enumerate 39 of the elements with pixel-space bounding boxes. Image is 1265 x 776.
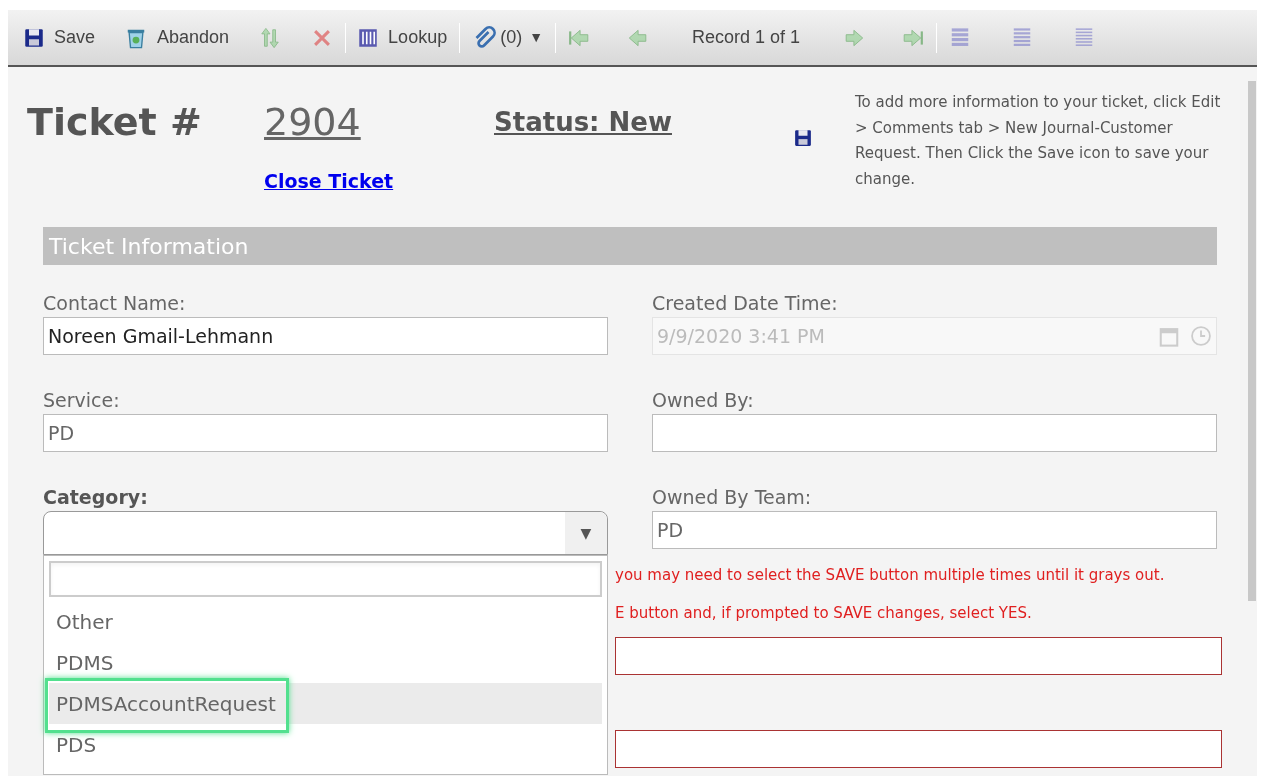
refresh-icon[interactable] — [259, 26, 282, 49]
warning-text: E button and, if prompted to SAVE changes, select YES. — [615, 602, 1033, 624]
field-label: Owned By: — [652, 388, 755, 413]
dropdown-option[interactable]: PDMS — [49, 642, 602, 683]
text-field[interactable]: PD — [652, 511, 1217, 549]
abandon-button[interactable]: Abandon — [125, 24, 230, 51]
dropdown-option[interactable]: PDMSAccountRequest — [49, 683, 602, 724]
text-field[interactable]: PD — [43, 414, 608, 452]
dropdown-option[interactable]: PDS — [49, 724, 602, 765]
last-record-icon[interactable] — [902, 28, 925, 47]
ticket-status: Status: New — [494, 106, 673, 139]
attachments-button[interactable]: (0) ▼ — [472, 24, 544, 51]
field-label: Contact Name: — [43, 291, 187, 316]
save-icon — [24, 27, 44, 48]
field-label: Owned By Team: — [652, 485, 813, 510]
ticket-number: 2904 — [264, 99, 361, 146]
dropdown-search-field[interactable] — [49, 561, 602, 597]
lookup-button[interactable]: Lookup — [358, 24, 448, 51]
help-note: To add more information to your ticket, click Edit > Comments tab > New Journal-Customer Request. Then Click the Save icon to save your change. — [855, 92, 1222, 190]
first-record-icon[interactable] — [568, 28, 591, 47]
close-ticket-link[interactable]: Close Ticket — [264, 167, 394, 196]
text-field[interactable] — [615, 730, 1222, 768]
save-icon — [794, 129, 812, 147]
text-field[interactable]: Noreen Gmail-Lehmann — [43, 317, 608, 355]
dropdown-option[interactable]: Other — [49, 601, 602, 642]
category-dropdown[interactable]: ▼ — [43, 511, 608, 555]
columns-icon — [358, 27, 379, 48]
field-label: Category: — [43, 485, 149, 510]
field-label: Created Date Time: — [652, 291, 839, 316]
section-header: Ticket Information — [43, 227, 1217, 265]
ticket-heading: Ticket # — [27, 99, 203, 146]
previous-record-icon[interactable] — [626, 28, 649, 47]
warning-text: you may need to select the SAVE button multiple times until it grays out. — [615, 564, 1166, 586]
field-label: Service: — [43, 388, 121, 413]
text-field[interactable] — [652, 414, 1217, 452]
text-field[interactable] — [615, 637, 1222, 675]
caret-icon: ▼ — [565, 512, 607, 554]
record-counter: Record 1 of 1 — [692, 26, 801, 49]
save-button[interactable]: Save — [24, 24, 96, 51]
